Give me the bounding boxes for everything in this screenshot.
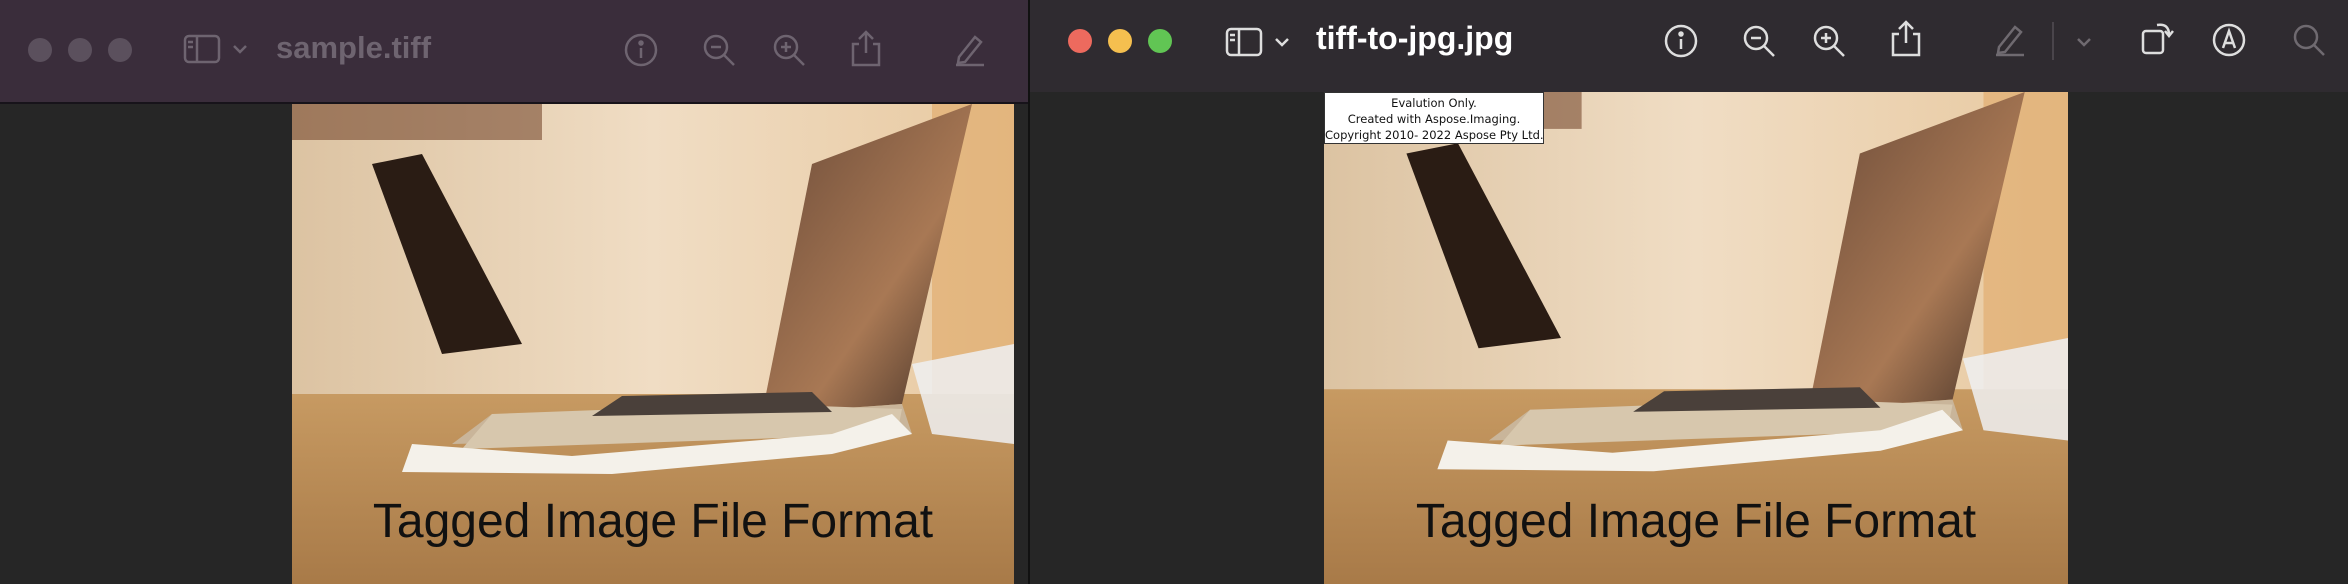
markup-pen-icon[interactable] [2210,21,2248,59]
info-icon[interactable] [1662,22,1700,60]
document-image: Evalution Only. Created with Aspose.Imag… [1324,92,2068,584]
preview-window-sample: sample.tiff Tagged Image File Format [0,0,1028,584]
share-icon[interactable] [1888,18,1924,58]
document-image: Tagged Image File Format [292,104,1014,584]
toolbar-divider [2052,22,2054,60]
info-icon[interactable] [622,31,660,69]
zoom-in-icon[interactable] [1810,22,1848,60]
minimize-window-button[interactable] [68,38,92,62]
close-window-button[interactable] [28,38,52,62]
window-title: sample.tiff [276,30,432,65]
preview-window-converted: tiff-to-jpg.jpg Evalution Only. Created … [1028,0,2348,584]
markup-pencil-icon[interactable] [1992,20,2028,58]
watermark-line: Created with Aspose.Imaging. [1347,112,1521,126]
evaluation-watermark: Evalution Only. Created with Aspose.Imag… [1324,92,1544,144]
zoom-window-button[interactable] [108,38,132,62]
close-window-button[interactable] [1068,29,1092,53]
sidebar-icon[interactable] [1224,26,1264,58]
zoom-out-icon[interactable] [700,31,738,69]
zoom-out-icon[interactable] [1740,22,1778,60]
image-canvas: Evalution Only. Created with Aspose.Imag… [1030,92,2348,584]
watermark-line: Copyright 2010- 2022 Aspose Pty Ltd. [1325,128,1544,142]
sidebar-icon[interactable] [182,33,222,65]
window-titlebar: sample.tiff [0,0,1028,104]
search-icon[interactable] [2290,21,2328,59]
markup-pencil-icon[interactable] [952,30,988,68]
zoom-in-icon[interactable] [770,31,808,69]
window-title: tiff-to-jpg.jpg [1316,20,1514,56]
chevron-down-icon[interactable] [1272,33,1292,51]
image-canvas: Tagged Image File Format [0,104,1028,584]
window-titlebar: tiff-to-jpg.jpg [1030,0,2348,92]
share-icon[interactable] [848,28,884,68]
chevron-down-icon[interactable] [2074,34,2094,50]
image-caption: Tagged Image File Format [1415,495,1977,548]
minimize-window-button[interactable] [1108,29,1132,53]
zoom-window-button[interactable] [1148,29,1172,53]
rotate-icon[interactable] [2138,18,2176,58]
watermark-line: Evalution Only. [1391,96,1477,110]
image-caption: Tagged Image File Format [372,495,934,548]
chevron-down-icon[interactable] [230,40,250,58]
